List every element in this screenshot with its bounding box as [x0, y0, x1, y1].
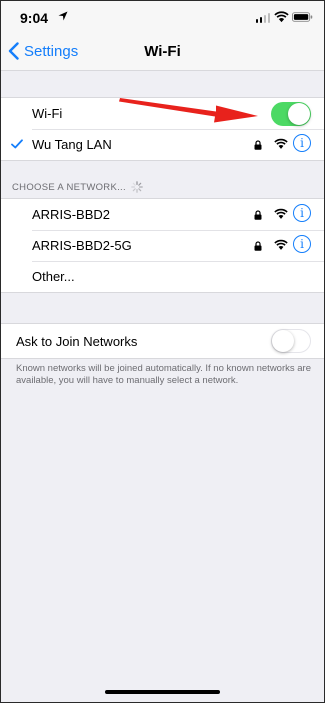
cellular-signal-icon — [255, 13, 270, 23]
page-title: Wi-Fi — [144, 43, 181, 60]
wifi-signal-icon — [274, 208, 288, 219]
checkmark-icon — [11, 139, 23, 149]
network-row[interactable]: ARRIS-BBD2-5G i — [0, 230, 325, 261]
other-network-label: Other... — [32, 269, 75, 284]
wifi-toggle-switch[interactable] — [271, 102, 311, 126]
home-indicator[interactable] — [105, 690, 220, 694]
connected-network-name: Wu Tang LAN — [32, 137, 112, 152]
lock-icon — [254, 241, 262, 251]
lock-icon — [254, 210, 262, 220]
toggle-knob — [272, 330, 294, 352]
location-arrow-icon — [58, 11, 68, 21]
network-name: ARRIS-BBD2-5G — [32, 238, 132, 253]
ask-to-join-group: Ask to Join Networks — [0, 323, 325, 359]
wifi-signal-icon — [274, 138, 288, 149]
ask-to-join-row: Ask to Join Networks — [0, 324, 325, 358]
connected-network-row[interactable]: Wu Tang LAN i — [0, 129, 325, 160]
network-row[interactable]: ARRIS-BBD2 i — [0, 199, 325, 230]
choose-network-header: CHOOSE A NETWORK... — [12, 181, 143, 193]
status-time: 9:04 — [20, 10, 49, 26]
red-arrow-annotation — [119, 98, 258, 123]
choose-network-label: CHOOSE A NETWORK... — [12, 181, 126, 193]
lock-icon — [254, 140, 262, 150]
info-icon[interactable]: i — [293, 134, 311, 152]
networks-group: ARRIS-BBD2 i ARRIS-BBD2-5G i Other... — [0, 198, 325, 293]
ask-to-join-footer: Known networks will be joined automatica… — [16, 363, 311, 386]
spinner-icon — [131, 181, 143, 193]
wifi-signal-icon — [274, 239, 288, 250]
ask-to-join-label: Ask to Join Networks — [16, 333, 138, 349]
network-name: ARRIS-BBD2 — [32, 207, 111, 222]
ask-to-join-switch[interactable] — [271, 329, 311, 353]
info-icon[interactable]: i — [293, 235, 311, 253]
wifi-icon — [274, 11, 289, 23]
status-bar: 9:04 — [0, 0, 325, 34]
other-network-row[interactable]: Other... — [0, 261, 325, 292]
wifi-toggle-label: Wi-Fi — [32, 106, 63, 121]
navigation-bar: Settings Wi-Fi — [0, 34, 325, 71]
info-icon[interactable]: i — [293, 204, 311, 222]
toggle-knob — [288, 103, 310, 125]
battery-icon — [292, 12, 313, 22]
